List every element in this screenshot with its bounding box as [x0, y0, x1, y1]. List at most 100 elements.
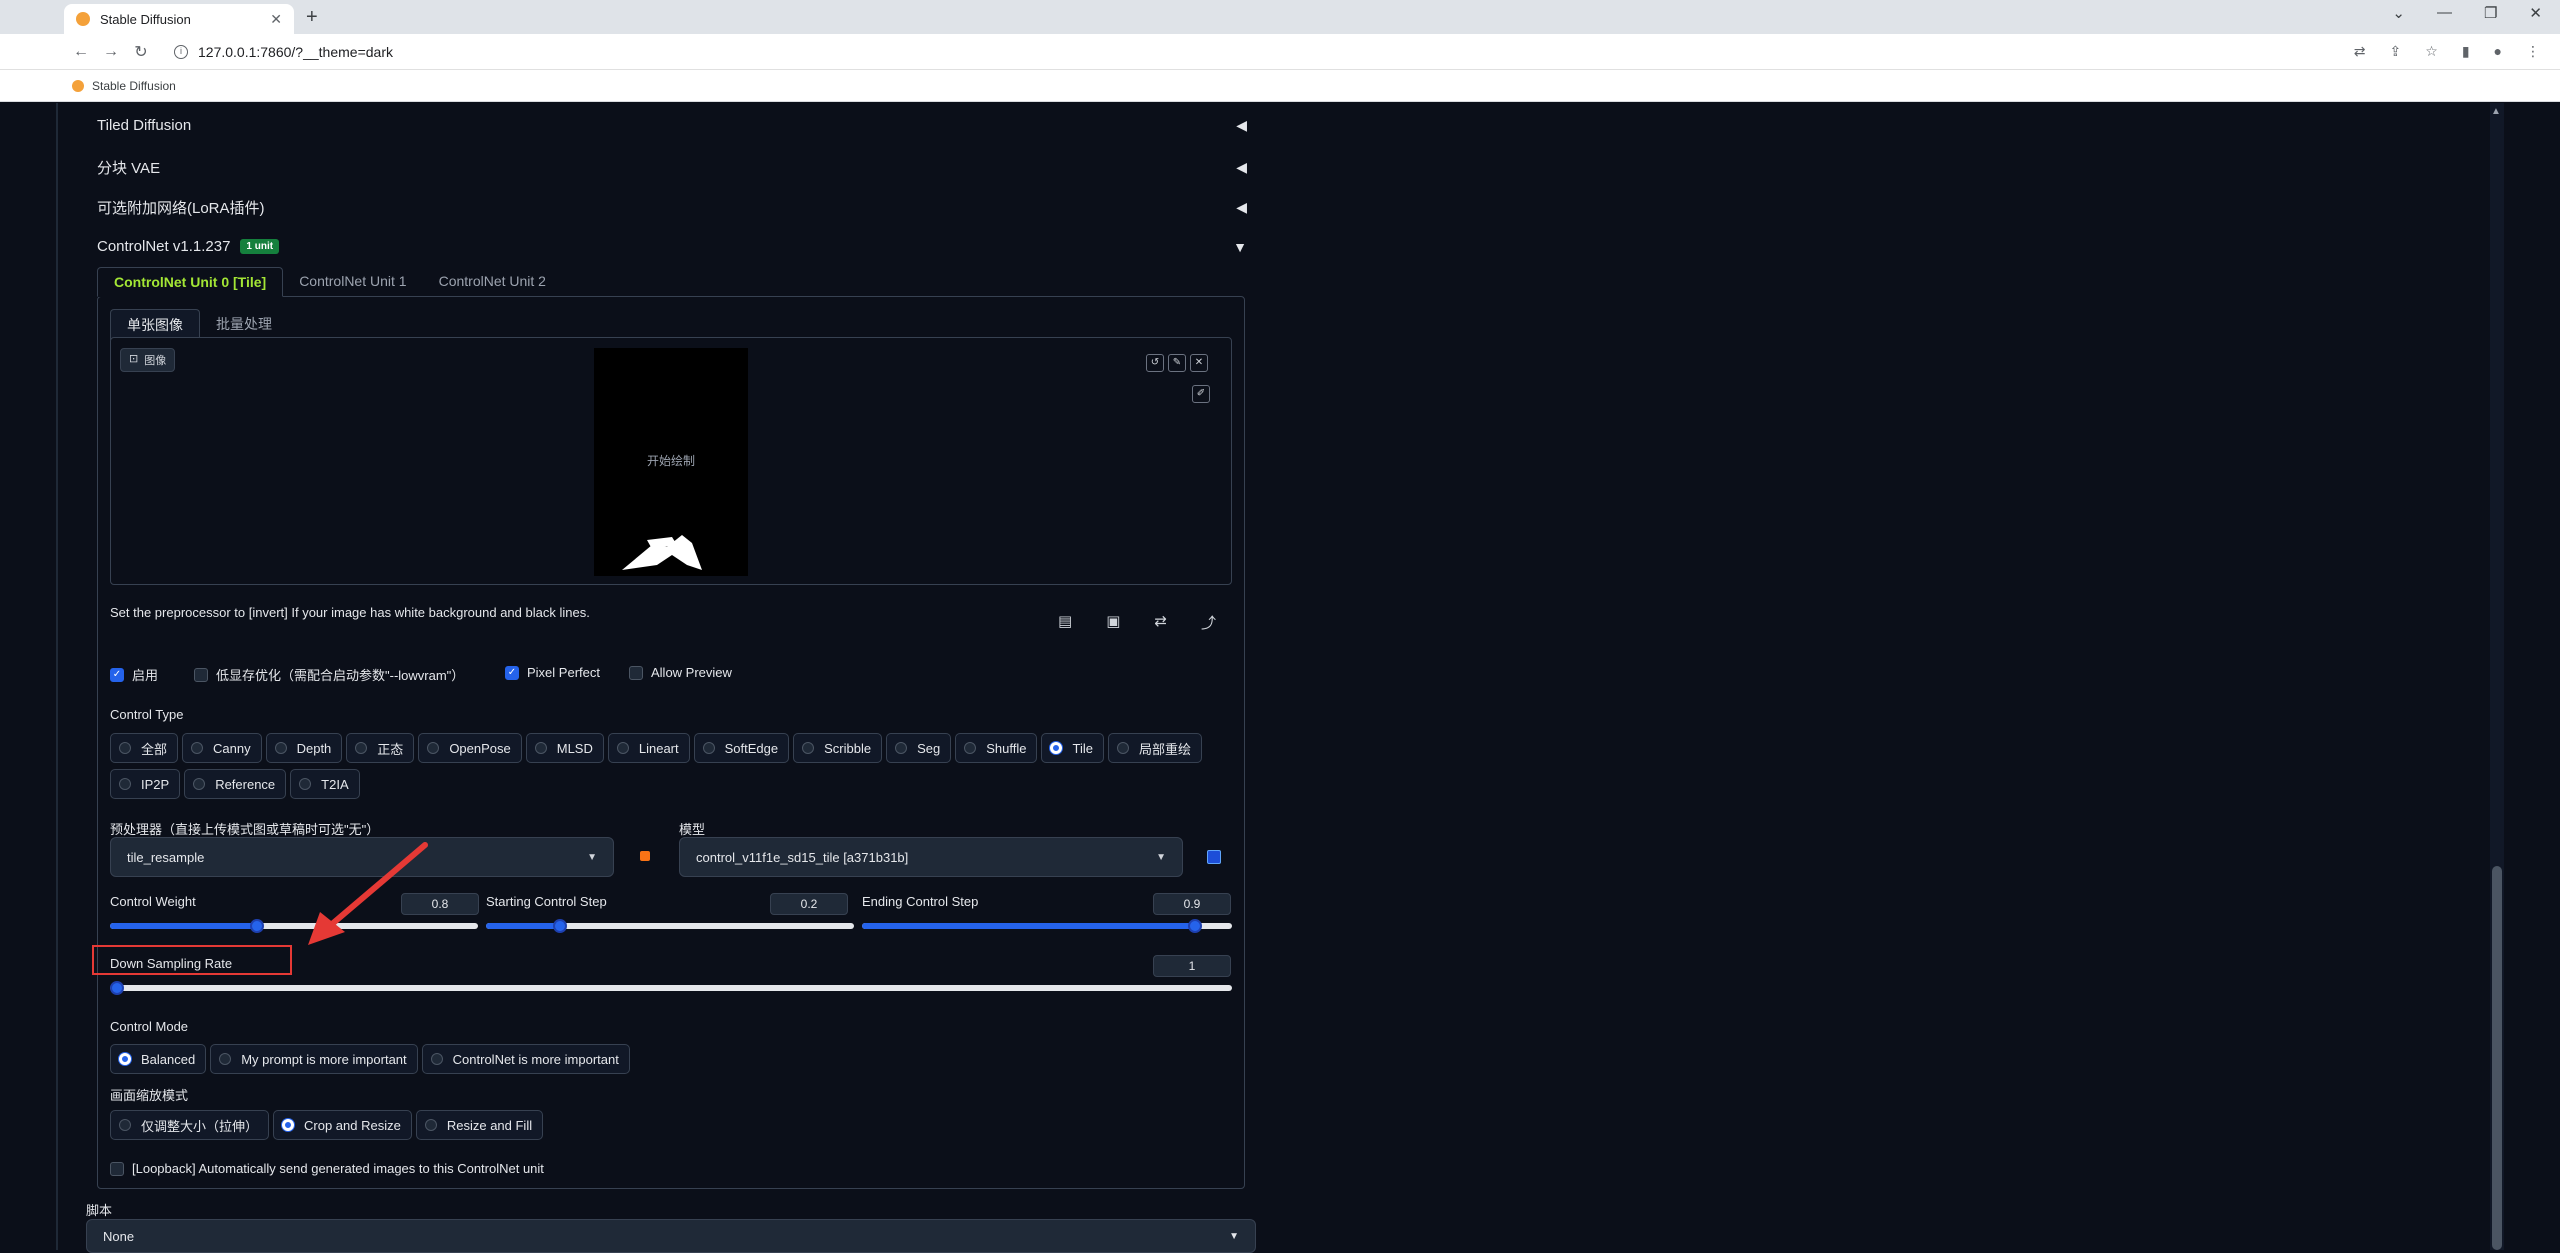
- url-field[interactable]: i 127.0.0.1:7860/?__theme=dark: [174, 44, 393, 60]
- control-type-ip2p[interactable]: IP2P: [110, 769, 181, 799]
- restore-icon[interactable]: ❐: [2484, 4, 2497, 22]
- reload-icon[interactable]: ↻: [126, 42, 156, 62]
- model-dropdown[interactable]: control_v11f1e_sd15_tile [a371b31b] ▼: [679, 837, 1183, 877]
- checkbox-checked-icon[interactable]: ✓: [505, 665, 519, 680]
- accordion-label: ControlNet v1.1.237: [97, 238, 231, 255]
- scroll-up-icon[interactable]: ▲: [2491, 106, 2501, 117]
- clear-icon[interactable]: ✕: [1190, 354, 1208, 372]
- send-dimensions-icon[interactable]: ⤴: [1201, 612, 1216, 633]
- control-mode-prompt[interactable]: My prompt is more important: [210, 1044, 418, 1074]
- new-tab-button[interactable]: +: [306, 6, 318, 29]
- collapse-triangle-icon: ◀: [1236, 117, 1247, 133]
- brush-icon[interactable]: ✐: [1192, 385, 1210, 403]
- control-type-all[interactable]: 全部: [110, 733, 179, 763]
- tab-batch[interactable]: 批量处理: [200, 309, 288, 340]
- control-type-softedge[interactable]: SoftEdge: [693, 733, 790, 763]
- slider-thumb[interactable]: [110, 981, 124, 995]
- slider-thumb[interactable]: [552, 919, 567, 933]
- loopback-checkbox[interactable]: [Loopback] Automatically send generated …: [110, 1161, 544, 1176]
- control-mode-controlnet[interactable]: ControlNet is more important: [421, 1044, 630, 1074]
- browser-tab[interactable]: Stable Diffusion ✕: [64, 4, 294, 34]
- controlnet-unit-tabs: ControlNet Unit 0 [Tile] ControlNet Unit…: [97, 267, 562, 297]
- translate-icon[interactable]: ⇄: [2354, 43, 2366, 60]
- control-type-mlsd[interactable]: MLSD: [525, 733, 604, 763]
- control-type-canny[interactable]: Canny: [182, 733, 262, 763]
- resize-mode-options: 仅调整大小（拉伸） Crop and Resize Resize and Fil…: [110, 1110, 544, 1140]
- bookmark-item[interactable]: Stable Diffusion: [92, 79, 176, 93]
- site-info-icon[interactable]: i: [174, 44, 188, 59]
- pixel-perfect-checkbox[interactable]: ✓ Pixel Perfect: [505, 665, 600, 680]
- control-type-t2ia[interactable]: T2IA: [290, 769, 360, 799]
- accordion-lora[interactable]: 可选附加网络(LoRA插件) ◀: [97, 197, 1247, 218]
- close-window-icon[interactable]: ✕: [2529, 4, 2542, 22]
- minimize-icon[interactable]: —: [2437, 4, 2452, 22]
- starting-step-slider[interactable]: [486, 919, 854, 933]
- resize-mode-crop-resize[interactable]: Crop and Resize: [273, 1110, 412, 1140]
- sidepanel-icon[interactable]: ▮: [2462, 43, 2470, 60]
- slider-thumb[interactable]: [1188, 919, 1202, 933]
- control-type-tile[interactable]: Tile: [1041, 733, 1104, 763]
- preprocessor-value: tile_resample: [127, 849, 205, 865]
- webcam-icon[interactable]: ▣: [1106, 612, 1120, 633]
- control-type-lineart[interactable]: Lineart: [607, 733, 690, 763]
- image-action-icons: ▤ ▣ ⇄ ⤴: [1058, 612, 1216, 633]
- address-bar: ← → ↻ i 127.0.0.1:7860/?__theme=dark ⇄ ⇪…: [0, 34, 2560, 70]
- close-tab-icon[interactable]: ✕: [270, 11, 282, 28]
- tab-controlnet-unit-0[interactable]: ControlNet Unit 0 [Tile]: [97, 267, 284, 297]
- control-type-scribble[interactable]: Scribble: [793, 733, 883, 763]
- canvas-placeholder: 开始绘制: [646, 454, 695, 468]
- control-type-depth[interactable]: Depth: [265, 733, 343, 763]
- starting-step-input[interactable]: 0.2: [770, 893, 848, 915]
- stable-diffusion-favicon-icon: [76, 12, 90, 26]
- mirror-icon[interactable]: ⇄: [1154, 612, 1167, 633]
- refresh-models-icon[interactable]: [1207, 850, 1221, 864]
- tab-single-image[interactable]: 单张图像: [110, 309, 200, 340]
- scrollbar-thumb[interactable]: [2492, 866, 2502, 1250]
- control-type-inpaint[interactable]: 局部重绘: [1107, 733, 1202, 763]
- ending-step-input[interactable]: 0.9: [1153, 893, 1231, 915]
- slider-fill: [862, 923, 1195, 929]
- checkbox-unchecked-icon[interactable]: [629, 665, 643, 680]
- script-dropdown[interactable]: None ▼: [86, 1219, 1256, 1253]
- forward-icon[interactable]: →: [96, 43, 126, 61]
- run-preprocessor-icon[interactable]: [640, 851, 650, 861]
- share-icon[interactable]: ⇪: [2390, 43, 2402, 60]
- undo-icon[interactable]: ↺: [1146, 354, 1164, 372]
- starting-step-label: Starting Control Step: [486, 894, 607, 909]
- accordion-label: 分块 VAE: [97, 160, 161, 177]
- control-type-openpose[interactable]: OpenPose: [418, 733, 522, 763]
- image-mode-tabs: 单张图像 批量处理: [110, 309, 288, 340]
- new-canvas-icon[interactable]: ▤: [1058, 612, 1072, 633]
- bookmark-star-icon[interactable]: ☆: [2425, 43, 2438, 60]
- checkbox-unchecked-icon[interactable]: [194, 667, 208, 682]
- enable-checkbox[interactable]: ✓ 启用: [110, 665, 158, 684]
- ending-step-label: Ending Control Step: [862, 894, 979, 909]
- accordion-controlnet[interactable]: ControlNet v1.1.237 1 unit ▼: [97, 238, 1247, 255]
- tab-controlnet-unit-2[interactable]: ControlNet Unit 2: [423, 267, 562, 297]
- down-sampling-input[interactable]: 1: [1153, 955, 1231, 977]
- control-type-reference[interactable]: Reference: [184, 769, 287, 799]
- checkbox-checked-icon[interactable]: ✓: [110, 667, 124, 682]
- profile-icon[interactable]: ●: [2494, 43, 2502, 60]
- unit-count-badge: 1 unit: [240, 239, 280, 254]
- control-type-seg[interactable]: Seg: [886, 733, 952, 763]
- preprocessor-hint: Set the preprocessor to [invert] If your…: [110, 605, 590, 620]
- tab-controlnet-unit-1[interactable]: ControlNet Unit 1: [283, 267, 422, 297]
- resize-mode-resize-fill[interactable]: Resize and Fill: [415, 1110, 544, 1140]
- control-mode-label: Control Mode: [110, 1019, 189, 1034]
- control-type-shuffle[interactable]: Shuffle: [955, 733, 1038, 763]
- tab-search-icon[interactable]: ⌄: [2392, 4, 2405, 22]
- back-icon[interactable]: ←: [66, 43, 96, 61]
- down-sampling-slider[interactable]: [110, 981, 1232, 995]
- lowvram-checkbox[interactable]: 低显存优化（需配合启动参数"--lowvram"）: [194, 665, 464, 684]
- ending-step-slider[interactable]: [862, 919, 1232, 933]
- accordion-tiled-diffusion[interactable]: Tiled Diffusion ◀: [97, 117, 1247, 134]
- control-mode-balanced[interactable]: Balanced: [110, 1044, 207, 1074]
- checkbox-unchecked-icon[interactable]: [110, 1161, 124, 1176]
- control-type-normal[interactable]: 正态: [346, 733, 415, 763]
- resize-mode-just-resize[interactable]: 仅调整大小（拉伸）: [110, 1110, 270, 1140]
- edit-icon[interactable]: ✎: [1168, 354, 1186, 372]
- accordion-tiled-vae[interactable]: 分块 VAE ◀: [97, 157, 1247, 178]
- allow-preview-checkbox[interactable]: Allow Preview: [629, 665, 732, 680]
- menu-icon[interactable]: ⋮: [2526, 43, 2540, 60]
